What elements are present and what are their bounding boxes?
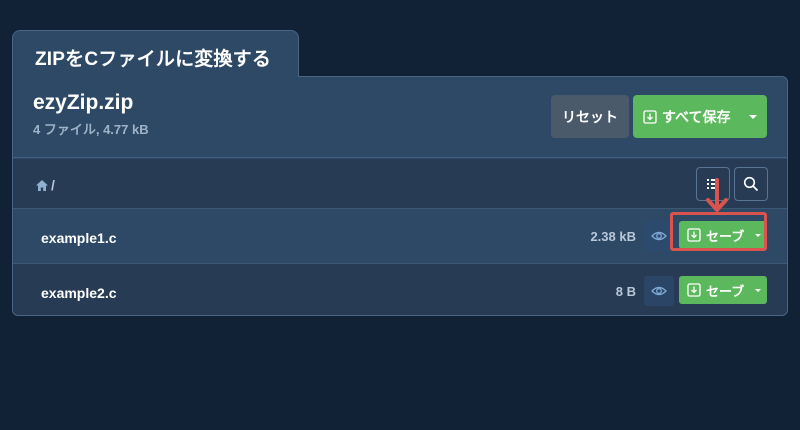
home-icon[interactable] (35, 179, 49, 192)
save-all-button[interactable]: すべて保存 (633, 95, 739, 138)
eye-icon (651, 286, 667, 296)
download-icon (687, 283, 701, 297)
panel-header: ezyZip.zip 4 ファイル, 4.77 kB リセット すべて保存 (13, 77, 787, 158)
chevron-down-icon (755, 288, 761, 292)
file-size: 2.38 kB (590, 229, 636, 244)
file-name: example1.c (41, 230, 117, 246)
tab-zip-to-c[interactable]: ZIPをCファイルに変換する (12, 30, 299, 77)
eye-icon (651, 231, 667, 241)
breadcrumb: / (35, 177, 55, 193)
save-all-button-group: すべて保存 (633, 95, 767, 138)
chevron-down-icon (749, 114, 757, 119)
archive-meta: 4 ファイル, 4.77 kB (33, 122, 149, 137)
tab-title: ZIPをCファイルに変換する (35, 49, 272, 70)
save-all-label: すべて保存 (662, 108, 731, 125)
breadcrumb-separator: / (51, 177, 55, 193)
save-button[interactable]: セーブ (679, 276, 749, 304)
save-button-group: セーブ (679, 276, 767, 304)
save-label: セーブ (706, 283, 745, 299)
highlight-box (670, 212, 767, 251)
arrow-down-icon (706, 178, 728, 212)
preview-button[interactable] (644, 276, 674, 306)
file-size: 8 B (615, 284, 636, 299)
save-dropdown-toggle[interactable] (749, 276, 767, 304)
save-all-dropdown-toggle[interactable] (739, 95, 767, 138)
file-toolbar: / (13, 159, 787, 209)
search-button[interactable] (734, 167, 768, 201)
download-icon (643, 109, 657, 124)
reset-button[interactable]: リセット (551, 95, 629, 138)
archive-panel: ezyZip.zip 4 ファイル, 4.77 kB リセット すべて保存 / (12, 76, 788, 316)
file-name: example2.c (41, 285, 117, 301)
search-icon (743, 176, 759, 192)
archive-name: ezyZip.zip (33, 91, 134, 114)
file-row: example2.c 8 B セーブ (13, 264, 787, 315)
